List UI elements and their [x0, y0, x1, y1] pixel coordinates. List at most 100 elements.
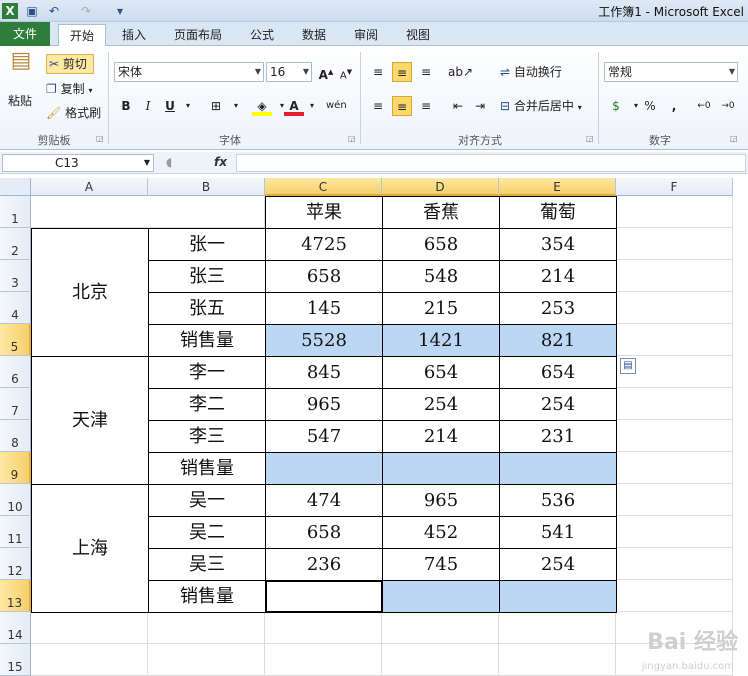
copy-button[interactable]: ❐ 复制 ▾ — [46, 80, 92, 100]
decrease-indent-icon[interactable]: ⇤ — [448, 96, 468, 116]
align-right-icon[interactable]: ≡ — [416, 96, 436, 116]
cell-f4[interactable] — [616, 292, 733, 324]
row-header-5[interactable]: 5 — [0, 324, 31, 356]
cell-f1[interactable] — [616, 196, 733, 228]
value-cell[interactable]: 254 — [382, 388, 500, 421]
name-cell[interactable]: 吴三 — [148, 548, 266, 581]
row-header-2[interactable]: 2 — [0, 228, 31, 260]
currency-icon[interactable]: $ — [606, 96, 626, 116]
empty-cell[interactable] — [265, 644, 382, 676]
tab-home[interactable]: 开始 — [58, 24, 106, 47]
row-header-9[interactable]: 9 — [0, 452, 31, 484]
row-header-10[interactable]: 10 — [0, 484, 31, 516]
name-cell[interactable]: 吴二 — [148, 516, 266, 549]
row-header-15[interactable]: 15 — [0, 644, 31, 676]
column-header-d[interactable]: D — [382, 178, 499, 196]
empty-cell[interactable] — [265, 612, 382, 644]
row-header-14[interactable]: 14 — [0, 612, 31, 644]
name-cell[interactable]: 张一 — [148, 228, 266, 261]
number-launcher-icon[interactable]: ◲ — [730, 134, 738, 143]
value-cell[interactable]: 541 — [499, 516, 617, 549]
font-name-combo[interactable]: 宋体 ▼ — [114, 62, 264, 82]
city-cell[interactable]: 北京 — [31, 228, 149, 357]
row-header-1[interactable]: 1 — [0, 196, 31, 228]
grow-font-icon[interactable]: A▲ — [316, 62, 336, 82]
value-cell[interactable]: 253 — [499, 292, 617, 325]
cell-f2[interactable] — [616, 228, 733, 260]
cut-button[interactable]: ✂ 剪切 — [46, 54, 94, 74]
tab-view[interactable]: 视图 — [396, 24, 440, 46]
phonetic-guide-icon[interactable]: wén — [326, 96, 347, 116]
fruit-header-cell[interactable]: 苹果 — [265, 196, 383, 229]
empty-cell[interactable] — [499, 644, 616, 676]
row-header-6[interactable]: 6 — [0, 356, 31, 388]
row-header-7[interactable]: 7 — [0, 388, 31, 420]
row-header-3[interactable]: 3 — [0, 260, 31, 292]
customize-quick-access-icon[interactable]: ▾ — [112, 3, 128, 19]
value-cell[interactable]: 821 — [499, 324, 617, 357]
column-header-b[interactable]: B — [148, 178, 265, 196]
value-cell[interactable]: 536 — [499, 484, 617, 517]
name-cell[interactable]: 李三 — [148, 420, 266, 453]
increase-decimal-icon[interactable]: ←0 — [694, 96, 714, 116]
name-cell[interactable]: 李一 — [148, 356, 266, 389]
format-painter-button[interactable]: 🖌 格式刷 — [46, 104, 101, 122]
font-size-combo[interactable]: 16 ▼ — [266, 62, 312, 82]
cell-f10[interactable] — [616, 484, 733, 516]
paste-options-icon[interactable]: ▤ — [620, 358, 636, 374]
value-cell[interactable]: 4725 — [265, 228, 383, 261]
fruit-header-cell[interactable]: 葡萄 — [499, 196, 617, 229]
column-header-c[interactable]: C — [265, 178, 382, 196]
value-cell[interactable] — [382, 452, 500, 485]
value-cell[interactable]: 745 — [382, 548, 500, 581]
cell-f9[interactable] — [616, 452, 733, 484]
tab-page-layout[interactable]: 页面布局 — [166, 24, 230, 46]
cell-f3[interactable] — [616, 260, 733, 292]
name-cell[interactable]: 销售量 — [148, 452, 266, 485]
value-cell[interactable] — [499, 580, 617, 613]
row-header-4[interactable]: 4 — [0, 292, 31, 324]
cell-a1-b1[interactable] — [31, 196, 265, 228]
align-left-icon[interactable]: ≡ — [368, 96, 388, 116]
value-cell[interactable]: 965 — [265, 388, 383, 421]
name-cell[interactable]: 张五 — [148, 292, 266, 325]
value-cell[interactable] — [382, 580, 500, 613]
font-color-dropdown-icon[interactable]: ▾ — [302, 96, 322, 116]
redo-icon[interactable]: ↷ — [78, 3, 94, 19]
underline-dropdown-icon[interactable]: ▾ — [178, 96, 198, 116]
row-header-8[interactable]: 8 — [0, 420, 31, 452]
increase-indent-icon[interactable]: ⇥ — [470, 96, 490, 116]
tab-data[interactable]: 数据 — [292, 24, 336, 46]
font-launcher-icon[interactable]: ◲ — [348, 134, 356, 143]
empty-cell[interactable] — [382, 644, 499, 676]
save-icon[interactable]: ▣ — [24, 3, 40, 19]
borders-icon[interactable]: ⊞ — [206, 96, 226, 116]
value-cell[interactable]: 354 — [499, 228, 617, 261]
italic-button[interactable]: I — [138, 96, 158, 116]
value-cell[interactable]: 1421 — [382, 324, 500, 357]
value-cell[interactable]: 547 — [265, 420, 383, 453]
align-top-icon[interactable]: ≡ — [368, 62, 388, 82]
empty-cell[interactable] — [31, 644, 148, 676]
cell-f13[interactable] — [616, 580, 733, 612]
row-header-11[interactable]: 11 — [0, 516, 31, 548]
value-cell[interactable]: 654 — [382, 356, 500, 389]
value-cell[interactable]: 658 — [265, 516, 383, 549]
value-cell[interactable]: 548 — [382, 260, 500, 293]
empty-cell[interactable] — [148, 644, 265, 676]
value-cell[interactable] — [265, 452, 383, 485]
shrink-font-icon[interactable]: A▼ — [336, 62, 356, 82]
cell-f8[interactable] — [616, 420, 733, 452]
value-cell[interactable]: 254 — [499, 388, 617, 421]
name-cell[interactable]: 销售量 — [148, 580, 266, 613]
align-bottom-icon[interactable]: ≡ — [416, 62, 436, 82]
fill-color-icon[interactable]: ◈ — [252, 96, 272, 116]
empty-cell[interactable] — [148, 612, 265, 644]
column-header-a[interactable]: A — [31, 178, 148, 196]
city-cell[interactable]: 天津 — [31, 356, 149, 485]
comma-button[interactable]: , — [664, 96, 684, 116]
name-box[interactable]: C13 ▼ — [2, 154, 154, 172]
value-cell[interactable]: 965 — [382, 484, 500, 517]
paste-icon[interactable]: ▤ — [6, 50, 36, 88]
align-middle-icon[interactable]: ≡ — [392, 62, 412, 82]
